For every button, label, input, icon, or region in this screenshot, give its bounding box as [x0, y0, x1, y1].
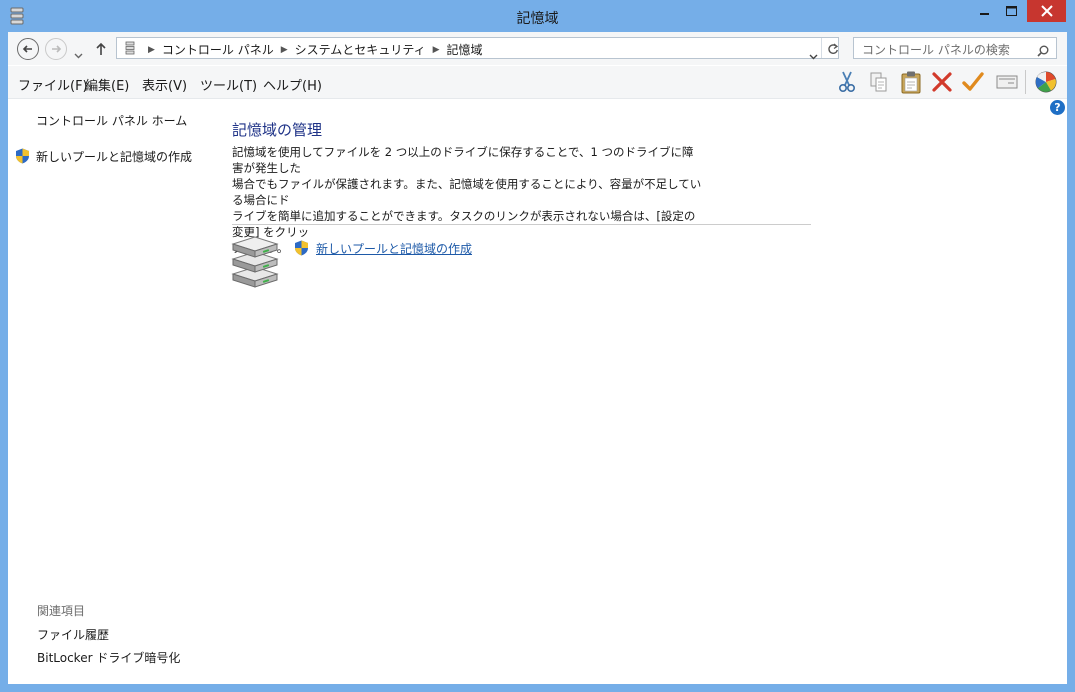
- help-icon[interactable]: ?: [1050, 100, 1065, 115]
- close-button[interactable]: [1027, 0, 1066, 22]
- menu-edit[interactable]: 編集(E): [85, 75, 129, 94]
- search-field[interactable]: コントロール パネルの検索: [853, 37, 1057, 59]
- forward-button[interactable]: [45, 38, 67, 60]
- breadcrumb-separator-icon: ▶: [148, 44, 155, 55]
- window-title: 記憶域: [516, 11, 559, 27]
- color-wheel-button[interactable]: [1034, 70, 1058, 94]
- related-heading: 関連項目: [37, 604, 86, 618]
- toolbar-separator: [1025, 70, 1026, 94]
- back-arrow-icon: [22, 45, 32, 53]
- delete-icon: [932, 72, 952, 92]
- delete-button[interactable]: [930, 70, 954, 94]
- menu-file[interactable]: ファイル(F): [18, 75, 88, 94]
- client-area: ▶ コントロール パネル ▶ システムとセキュリティ ▶ 記憶域 コントロール …: [8, 32, 1067, 684]
- properties-button[interactable]: [995, 70, 1019, 94]
- minimize-icon: [980, 13, 989, 15]
- back-button[interactable]: [17, 38, 39, 60]
- check-icon: [962, 72, 984, 91]
- uac-shield-icon: [15, 148, 30, 168]
- uac-shield-icon: [294, 240, 309, 260]
- page-title: 記憶域の管理: [232, 121, 323, 139]
- breadcrumb-separator-icon[interactable]: ▶: [281, 45, 288, 55]
- breadcrumb-control-panel[interactable]: コントロール パネル: [162, 41, 274, 58]
- description-line: 記憶域を使用してファイルを 2 つ以上のドライブに保存することで、1 つのドライ…: [232, 145, 694, 175]
- close-icon: [1040, 5, 1053, 17]
- file-history-link[interactable]: ファイル履歴: [37, 626, 109, 643]
- chevron-down-icon: [809, 54, 818, 60]
- chevron-down-icon: [74, 53, 83, 59]
- breadcrumb-storage-spaces[interactable]: 記憶域: [447, 41, 483, 58]
- divider: [232, 224, 811, 225]
- refresh-button[interactable]: [827, 41, 839, 60]
- color-wheel-icon: [1035, 71, 1057, 93]
- minimize-button[interactable]: [972, 0, 998, 22]
- menu-view[interactable]: 表示(V): [142, 75, 187, 94]
- search-icon[interactable]: [1037, 42, 1049, 61]
- address-dropdown-button[interactable]: [809, 45, 818, 64]
- up-arrow-icon: [96, 42, 106, 55]
- recent-locations-button[interactable]: [74, 44, 83, 63]
- cut-icon: [838, 71, 856, 93]
- title-bar[interactable]: 記憶域: [0, 0, 1075, 32]
- navigation-bar: ▶ コントロール パネル ▶ システムとセキュリティ ▶ 記憶域 コントロール …: [8, 32, 1067, 65]
- create-pool-task-link[interactable]: 新しいプールと記憶域の作成: [316, 240, 472, 257]
- bitlocker-link[interactable]: BitLocker ドライブ暗号化: [37, 649, 180, 666]
- up-button[interactable]: [95, 41, 107, 60]
- sidebar-create-pool-link[interactable]: 新しいプールと記憶域の作成: [36, 148, 192, 165]
- paste-button[interactable]: [899, 70, 923, 94]
- paste-icon: [901, 71, 921, 94]
- search-placeholder: コントロール パネルの検索: [862, 43, 1010, 57]
- breadcrumb-system-security[interactable]: システムとセキュリティ: [295, 41, 426, 58]
- properties-icon: [996, 75, 1018, 89]
- location-icon: [125, 41, 135, 58]
- address-divider: [821, 38, 822, 58]
- control-panel-home-link[interactable]: コントロール パネル ホーム: [36, 112, 187, 129]
- copy-button[interactable]: [867, 70, 891, 94]
- description-line: 場合でもファイルが保護されます。また、記憶域を使用することにより、容量が不足して…: [232, 177, 702, 207]
- forward-arrow-icon: [52, 45, 62, 53]
- window: 記憶域 ▶ コントロール パネル ▶ システムとセキュリティ ▶ 記憶域 コント…: [0, 0, 1075, 692]
- address-field[interactable]: ▶ コントロール パネル ▶ システムとセキュリティ ▶ 記憶域: [116, 37, 839, 60]
- check-button[interactable]: [961, 70, 985, 94]
- refresh-icon: [828, 43, 839, 54]
- menu-help[interactable]: ヘルプ(H): [263, 75, 322, 94]
- maximize-icon: [1005, 6, 1017, 16]
- storage-drives-icon: [230, 236, 280, 292]
- breadcrumb-separator-icon[interactable]: ▶: [433, 45, 440, 55]
- maximize-button[interactable]: [998, 0, 1024, 22]
- cut-button[interactable]: [835, 70, 859, 94]
- copy-icon: [870, 72, 887, 92]
- menu-tools[interactable]: ツール(T): [200, 75, 257, 94]
